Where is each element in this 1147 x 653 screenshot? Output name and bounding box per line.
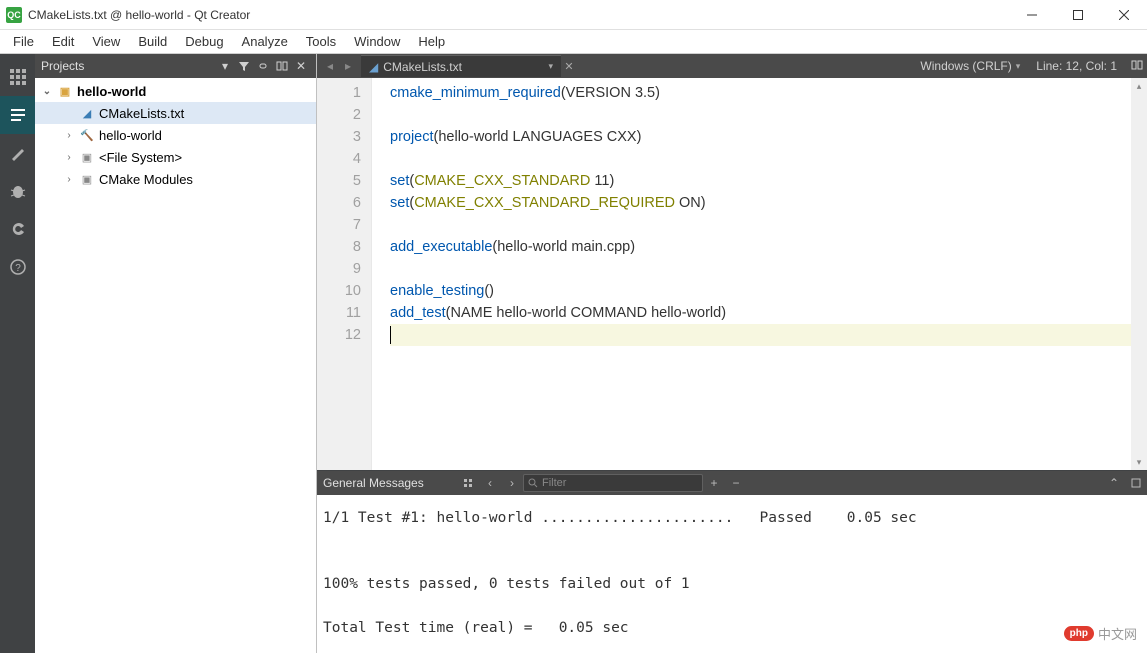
tab-label: CMakeLists.txt bbox=[383, 60, 462, 74]
expand-icon[interactable]: › bbox=[63, 130, 75, 141]
expand-icon[interactable]: › bbox=[63, 152, 75, 163]
help-mode-icon[interactable]: ? bbox=[0, 248, 35, 286]
project-icon: ▣ bbox=[57, 83, 73, 99]
prev-icon[interactable]: ‹ bbox=[479, 473, 501, 493]
editor-area: ◂ ▸ ◢ CMakeLists.txt ▾ ✕ Windows (CRLF) … bbox=[317, 54, 1147, 653]
tree-item-cmakelists[interactable]: ◢ CMakeLists.txt bbox=[35, 102, 316, 124]
tree-item-label: CMake Modules bbox=[99, 172, 193, 187]
editor-tab-bar: ◂ ▸ ◢ CMakeLists.txt ▾ ✕ Windows (CRLF) … bbox=[317, 54, 1147, 78]
tree-item-cmakemodules[interactable]: › ▣ CMake Modules bbox=[35, 168, 316, 190]
cursor-position[interactable]: Line: 12, Col: 1 bbox=[1036, 59, 1117, 73]
target-icon: 🔨 bbox=[79, 127, 95, 143]
welcome-mode-icon[interactable] bbox=[0, 58, 35, 96]
tree-item-label: hello-world bbox=[99, 128, 162, 143]
menu-view[interactable]: View bbox=[83, 32, 129, 51]
tree-root[interactable]: ⌄ ▣ hello-world bbox=[35, 80, 316, 102]
menu-file[interactable]: File bbox=[4, 32, 43, 51]
output-title[interactable]: General Messages bbox=[317, 476, 457, 490]
options-icon[interactable] bbox=[457, 473, 479, 493]
app-icon: QC bbox=[6, 7, 22, 23]
window-title: CMakeLists.txt @ hello-world - Qt Creato… bbox=[28, 8, 1009, 22]
watermark-badge: php bbox=[1064, 626, 1094, 641]
tree-root-label: hello-world bbox=[77, 84, 146, 99]
menu-help[interactable]: Help bbox=[409, 32, 454, 51]
split-editor-icon[interactable] bbox=[1127, 59, 1147, 74]
tab-forward-icon[interactable]: ▸ bbox=[339, 57, 357, 75]
menu-debug[interactable]: Debug bbox=[176, 32, 232, 51]
maximize-button[interactable] bbox=[1055, 0, 1101, 30]
watermark-text: 中文网 bbox=[1098, 624, 1137, 643]
menu-tools[interactable]: Tools bbox=[297, 32, 345, 51]
editor-tab[interactable]: ◢ CMakeLists.txt ▾ bbox=[361, 55, 561, 77]
code-editor[interactable]: 123456789101112 cmake_minimum_required(V… bbox=[317, 78, 1147, 470]
edit-mode-icon[interactable] bbox=[0, 96, 35, 134]
maximize-panel-icon[interactable]: ⌃ bbox=[1103, 473, 1125, 493]
filter-input[interactable]: Filter bbox=[523, 474, 703, 492]
dropdown-icon[interactable]: ▾ bbox=[1016, 61, 1021, 72]
line-gutter: 123456789101112 bbox=[317, 78, 372, 470]
close-panel-icon[interactable]: ✕ bbox=[292, 57, 310, 75]
tree-item-filesystem[interactable]: › ▣ <File System> bbox=[35, 146, 316, 168]
output-panel: General Messages ‹ › Filter + − ⌃ 1/1 Te… bbox=[317, 470, 1147, 653]
project-tree: ⌄ ▣ hello-world ◢ CMakeLists.txt › 🔨 hel… bbox=[35, 78, 316, 653]
projects-panel: Projects ▾ ✕ ⌄ ▣ hello-world ◢ CMakeList… bbox=[35, 54, 317, 653]
mode-selector: ? bbox=[0, 54, 35, 653]
projects-title: Projects bbox=[41, 59, 215, 73]
folder-icon: ▣ bbox=[79, 149, 95, 165]
title-bar: QC CMakeLists.txt @ hello-world - Qt Cre… bbox=[0, 0, 1147, 30]
tree-item-label: CMakeLists.txt bbox=[99, 106, 184, 121]
editor-status: Windows (CRLF) ▾ Line: 12, Col: 1 bbox=[910, 59, 1127, 73]
folder-icon: ▣ bbox=[79, 171, 95, 187]
text-cursor bbox=[390, 326, 391, 344]
collapse-icon[interactable]: ⌄ bbox=[41, 86, 53, 97]
search-icon bbox=[528, 478, 538, 488]
output-header: General Messages ‹ › Filter + − ⌃ bbox=[317, 471, 1147, 495]
watermark: php 中文网 bbox=[1064, 624, 1137, 643]
tree-item-target[interactable]: › 🔨 hello-world bbox=[35, 124, 316, 146]
tab-back-icon[interactable]: ◂ bbox=[321, 57, 339, 75]
svg-text:?: ? bbox=[15, 263, 21, 274]
menu-build[interactable]: Build bbox=[129, 32, 176, 51]
expand-icon[interactable]: › bbox=[63, 174, 75, 185]
filter-icon[interactable] bbox=[235, 57, 253, 75]
close-button[interactable] bbox=[1101, 0, 1147, 30]
output-text[interactable]: 1/1 Test #1: hello-world ...............… bbox=[317, 495, 1147, 653]
projects-mode-icon[interactable] bbox=[0, 210, 35, 248]
scroll-down-icon[interactable]: ▾ bbox=[1131, 454, 1147, 470]
cmake-file-icon: ◢ bbox=[79, 105, 95, 121]
cmake-file-icon: ◢ bbox=[369, 60, 378, 74]
close-panel-icon[interactable] bbox=[1125, 473, 1147, 493]
next-icon[interactable]: › bbox=[501, 473, 523, 493]
dropdown-icon[interactable]: ▾ bbox=[548, 61, 553, 72]
menu-edit[interactable]: Edit bbox=[43, 32, 83, 51]
menu-bar: File Edit View Build Debug Analyze Tools… bbox=[0, 30, 1147, 54]
minimize-button[interactable] bbox=[1009, 0, 1055, 30]
link-icon[interactable] bbox=[254, 57, 272, 75]
debug-mode-icon[interactable] bbox=[0, 172, 35, 210]
code-content[interactable]: cmake_minimum_required(VERSION 3.5) proj… bbox=[372, 78, 1147, 470]
editor-scrollbar[interactable]: ▴ ▾ bbox=[1131, 78, 1147, 470]
remove-icon[interactable]: − bbox=[725, 473, 747, 493]
menu-analyze[interactable]: Analyze bbox=[233, 32, 297, 51]
filter-placeholder: Filter bbox=[542, 477, 566, 489]
design-mode-icon[interactable] bbox=[0, 134, 35, 172]
dropdown-icon[interactable]: ▾ bbox=[216, 57, 234, 75]
projects-header: Projects ▾ ✕ bbox=[35, 54, 316, 78]
tree-item-label: <File System> bbox=[99, 150, 182, 165]
split-icon[interactable] bbox=[273, 57, 291, 75]
add-icon[interactable]: + bbox=[703, 473, 725, 493]
tab-close-icon[interactable]: ✕ bbox=[561, 60, 577, 73]
menu-window[interactable]: Window bbox=[345, 32, 409, 51]
encoding-label[interactable]: Windows (CRLF) bbox=[920, 59, 1011, 73]
scroll-up-icon[interactable]: ▴ bbox=[1131, 78, 1147, 94]
